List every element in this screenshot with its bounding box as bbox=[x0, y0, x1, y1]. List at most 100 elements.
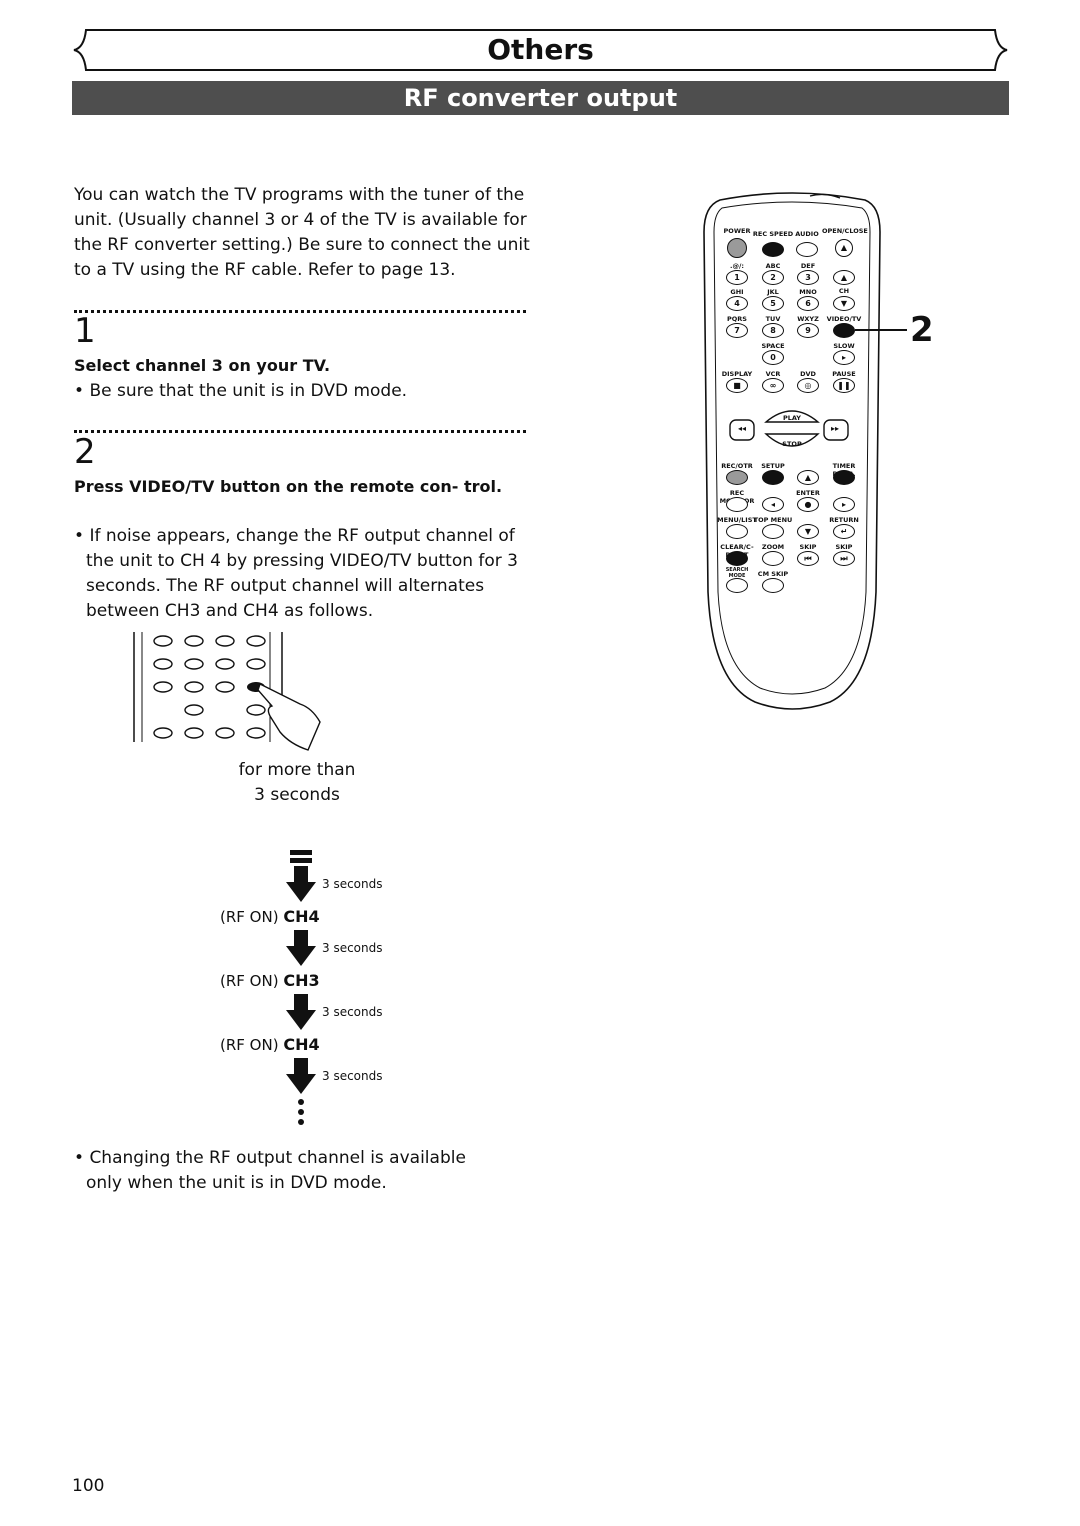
top-menu-button bbox=[762, 524, 784, 539]
up-button: ▲ bbox=[797, 470, 819, 485]
skip-back-button: ⏮ bbox=[797, 551, 819, 566]
skip-forward-label: SKIP bbox=[835, 543, 853, 551]
cm-skip-label: CM SKIP bbox=[757, 570, 789, 578]
flow-state: (RF ON) CH3 bbox=[220, 971, 320, 990]
intro-paragraph: You can watch the TV programs with the t… bbox=[74, 185, 530, 280]
note-text: Changing the RF output channel is availa… bbox=[86, 1148, 466, 1193]
audio-button bbox=[796, 242, 818, 257]
ch-up-button: ▲ bbox=[833, 270, 855, 285]
state-prefix: (RF ON) bbox=[220, 972, 279, 990]
step-number: 1 bbox=[74, 311, 96, 351]
zoom-button bbox=[762, 551, 784, 566]
step-bullet: • If noise appears, change the RF output… bbox=[74, 526, 518, 621]
play-label: PLAY bbox=[782, 414, 802, 422]
ch-down-button: ▼ bbox=[833, 296, 855, 311]
digit-5-button: 5 bbox=[762, 296, 784, 311]
search-mode-button bbox=[726, 578, 748, 593]
key-label: MNO bbox=[799, 288, 817, 296]
digit-4-button: 4 bbox=[726, 296, 748, 311]
step-divider bbox=[74, 310, 526, 313]
callout-number: 2 bbox=[910, 310, 934, 350]
setup-label: SETUP bbox=[761, 462, 785, 470]
pause-label: PAUSE bbox=[832, 370, 856, 378]
caption-line: for more than bbox=[238, 760, 356, 780]
digit-1-button: 1 bbox=[726, 270, 748, 285]
left-button: ◂ bbox=[762, 497, 784, 512]
cm-skip-button bbox=[762, 578, 784, 593]
stop-label: STOP bbox=[782, 440, 802, 448]
down-arrow-icon bbox=[286, 930, 316, 966]
state-prefix: (RF ON) bbox=[220, 908, 279, 926]
section-title: Others bbox=[487, 33, 594, 66]
flow-state: (RF ON) CH4 bbox=[220, 1035, 320, 1054]
enter-label: ENTER bbox=[796, 489, 820, 497]
rec-speed-button bbox=[762, 242, 784, 257]
down-button: ▼ bbox=[797, 524, 819, 539]
return-button: ↵ bbox=[833, 524, 855, 539]
video-tv-label: VIDEO/TV bbox=[826, 315, 862, 323]
rec-otr-button bbox=[726, 470, 748, 485]
bullet-text: Be sure that the unit is in DVD mode. bbox=[89, 381, 408, 401]
return-label: RETURN bbox=[829, 516, 859, 524]
timer-prog-button bbox=[833, 470, 855, 485]
clear-button bbox=[726, 551, 748, 566]
continuation-dots-icon bbox=[298, 1099, 304, 1125]
caption-line: 3 seconds bbox=[254, 785, 340, 805]
step-number: 2 bbox=[74, 432, 96, 472]
callout-line bbox=[855, 329, 907, 331]
enter-button: ● bbox=[797, 497, 819, 512]
skip-forward-button: ⏭ bbox=[833, 551, 855, 566]
key-label: DEF bbox=[800, 262, 816, 270]
illustration-caption: for more than 3 seconds bbox=[212, 758, 382, 808]
vcr-button: ∞ bbox=[762, 378, 784, 393]
top-menu-label: TOP MENU bbox=[753, 516, 793, 524]
remote-press-illustration bbox=[133, 632, 321, 751]
digit-3-button: 3 bbox=[797, 270, 819, 285]
setup-button bbox=[762, 470, 784, 485]
step-divider bbox=[74, 430, 526, 433]
state-channel: CH3 bbox=[283, 971, 320, 990]
digit-0-button: 0 bbox=[762, 350, 784, 365]
note: • Changing the RF output channel is avai… bbox=[74, 1148, 466, 1193]
pause-button: ❚❚ bbox=[833, 378, 855, 393]
remote-body bbox=[703, 192, 881, 710]
rec-monitor-button bbox=[726, 497, 748, 512]
state-prefix: (RF ON) bbox=[220, 1036, 279, 1054]
dvd-button: ◎ bbox=[797, 378, 819, 393]
interval-label: 3 seconds bbox=[322, 1005, 383, 1019]
page-title: RF converter output bbox=[72, 81, 1009, 115]
interval-label: 3 seconds bbox=[322, 941, 383, 955]
video-tv-button bbox=[833, 323, 855, 338]
right-button: ▸ bbox=[833, 497, 855, 512]
menu-list-button bbox=[726, 524, 748, 539]
slow-label: SLOW bbox=[833, 342, 855, 350]
slow-button: ▸ bbox=[833, 350, 855, 365]
flow-state: (RF ON) CH4 bbox=[220, 907, 320, 926]
digit-2-button: 2 bbox=[762, 270, 784, 285]
step-heading: Select channel 3 on your TV. bbox=[74, 356, 331, 375]
fast-forward-icon: ▸▸ bbox=[831, 424, 840, 433]
page-number: 100 bbox=[72, 1476, 105, 1496]
digit-6-button: 6 bbox=[797, 296, 819, 311]
interval-label: 3 seconds bbox=[322, 877, 383, 891]
interval-label: 3 seconds bbox=[322, 1069, 383, 1083]
step-bullet: • Be sure that the unit is in DVD mode. bbox=[74, 381, 408, 401]
power-button bbox=[727, 238, 747, 258]
down-arrow-icon bbox=[286, 994, 316, 1030]
section-title-banner: Others bbox=[72, 28, 1009, 72]
step-heading: Press VIDEO/TV button on the remote con-… bbox=[74, 477, 503, 496]
flow-start-bar bbox=[290, 858, 312, 863]
digit-8-button: 8 bbox=[762, 323, 784, 338]
rewind-icon: ◂◂ bbox=[738, 424, 747, 433]
open-close-label: OPEN/CLOSE bbox=[822, 227, 868, 235]
bullet-text: If noise appears, change the RF output c… bbox=[86, 526, 518, 621]
eject-button: ▲ bbox=[835, 239, 853, 257]
down-arrow-icon bbox=[286, 1058, 316, 1094]
down-arrow-icon bbox=[286, 866, 316, 902]
state-channel: CH4 bbox=[283, 907, 320, 926]
state-channel: CH4 bbox=[283, 1035, 320, 1054]
digit-7-button: 7 bbox=[726, 323, 748, 338]
display-button: ■ bbox=[726, 378, 748, 393]
space-label: SPACE bbox=[761, 342, 785, 350]
remote-control-illustration: POWER REC SPEED AUDIO OPEN/CLOSE ▲ .@/: … bbox=[700, 192, 885, 712]
